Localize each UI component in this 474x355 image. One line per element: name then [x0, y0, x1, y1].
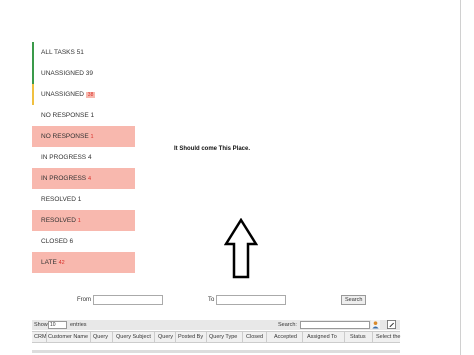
- sidebar-item-no-response-highlighted[interactable]: NO RESPONSE 1: [32, 126, 135, 147]
- entries-per-page-value: 10: [50, 322, 56, 328]
- column-divider: [154, 332, 155, 342]
- sidebar-item-label: NO RESPONSE: [41, 133, 89, 140]
- column-divider: [242, 332, 243, 342]
- column-header-customer-name[interactable]: Customer Name: [48, 334, 88, 340]
- column-divider: [112, 332, 113, 342]
- column-header-query-subject[interactable]: Query Subject: [116, 334, 151, 340]
- column-divider: [372, 332, 373, 342]
- column-header-closed[interactable]: Closed: [246, 334, 263, 340]
- to-label: To: [208, 297, 215, 303]
- date-filter-bar: From To Search: [0, 295, 474, 307]
- sidebar-item-count-badge: 42: [58, 260, 65, 266]
- sidebar-item-all-tasks[interactable]: ALL TASKS 51: [32, 42, 135, 63]
- entries-label: entries: [70, 322, 87, 328]
- sidebar-item-count: 51: [76, 49, 84, 56]
- column-header-accepted[interactable]: Accepted: [274, 334, 297, 340]
- sidebar-item-in-progress[interactable]: IN PROGRESS 4: [32, 147, 135, 168]
- column-header-assigned-to[interactable]: Assigned To: [307, 334, 337, 340]
- sidebar-item-label: ALL TASKS: [41, 49, 75, 56]
- sidebar-item-label: IN PROGRESS: [41, 154, 87, 161]
- sidebar-item-late[interactable]: LATE 42: [32, 252, 135, 273]
- sidebar-item-unassigned-alt[interactable]: UNASSIGNED 38: [32, 84, 135, 105]
- sidebar-item-no-response[interactable]: NO RESPONSE 1: [32, 105, 135, 126]
- user-icon[interactable]: [371, 320, 380, 329]
- placement-note: It Should come This Place.: [174, 146, 251, 152]
- sidebar-item-resolved-highlighted[interactable]: RESOLVED 1: [32, 210, 135, 231]
- sidebar-item-count: 4: [87, 154, 92, 161]
- column-divider: [46, 332, 47, 342]
- column-header-status[interactable]: Status: [350, 334, 366, 340]
- show-label: Show: [34, 322, 48, 328]
- sidebar-item-label: CLOSED: [41, 238, 68, 245]
- sidebar-item-label: RESOLVED: [41, 217, 76, 224]
- sidebar-item-count-badge: 1: [77, 218, 81, 224]
- sidebar-item-count: 1: [77, 196, 82, 203]
- column-divider: [344, 332, 345, 342]
- table-toolbar: Show 10 entries Search:: [32, 320, 400, 330]
- sidebar-item-label: UNASSIGNED: [41, 70, 84, 77]
- sidebar-item-resolved[interactable]: RESOLVED 1: [32, 189, 135, 210]
- sidebar-item-count-badge: 1: [90, 134, 94, 140]
- to-date-input[interactable]: [216, 295, 286, 305]
- column-header-query-2[interactable]: Query: [158, 334, 173, 340]
- task-filter-sidebar: ALL TASKS 51 UNASSIGNED 39 UNASSIGNED 38…: [32, 42, 135, 273]
- sidebar-item-label: LATE: [41, 259, 57, 266]
- sidebar-item-count: 39: [85, 70, 94, 77]
- entries-per-page-select[interactable]: 10: [48, 321, 67, 329]
- from-label: From: [77, 297, 91, 303]
- sidebar-item-label: UNASSIGNED: [41, 91, 84, 98]
- column-header-select[interactable]: Select the: [376, 334, 400, 340]
- column-divider: [266, 332, 267, 342]
- column-header-crm[interactable]: CRM: [34, 334, 47, 340]
- sidebar-item-closed[interactable]: CLOSED 6: [32, 231, 135, 252]
- table-header-row: CRM Customer Name Query Query Subject Qu…: [32, 331, 400, 343]
- sidebar-item-unassigned[interactable]: UNASSIGNED 39: [32, 63, 135, 84]
- sidebar-item-label: NO RESPONSE: [41, 112, 89, 119]
- from-date-input[interactable]: [93, 295, 163, 305]
- column-divider: [206, 332, 207, 342]
- column-divider: [90, 332, 91, 342]
- column-header-query-type[interactable]: Query Type: [209, 334, 237, 340]
- table-row: [32, 350, 400, 353]
- sidebar-item-label: RESOLVED: [41, 196, 76, 203]
- table-search-label: Search:: [278, 322, 297, 328]
- sidebar-item-label: IN PROGRESS: [41, 175, 87, 182]
- column-header-posted-by[interactable]: Posted By: [178, 334, 203, 340]
- table-search-input[interactable]: [300, 321, 370, 329]
- up-arrow-icon: [224, 218, 258, 279]
- search-button[interactable]: Search: [341, 295, 367, 305]
- edit-icon[interactable]: [387, 320, 396, 329]
- column-divider: [175, 332, 176, 342]
- sidebar-item-count: 6: [69, 238, 74, 245]
- sidebar-item-count-badge: 38: [85, 92, 96, 98]
- column-header-query[interactable]: Query: [93, 334, 108, 340]
- column-divider: [302, 332, 303, 342]
- sidebar-item-count: 1: [90, 112, 95, 119]
- sidebar-item-in-progress-highlighted[interactable]: IN PROGRESS 4: [32, 168, 135, 189]
- sidebar-item-count-badge: 4: [87, 176, 92, 182]
